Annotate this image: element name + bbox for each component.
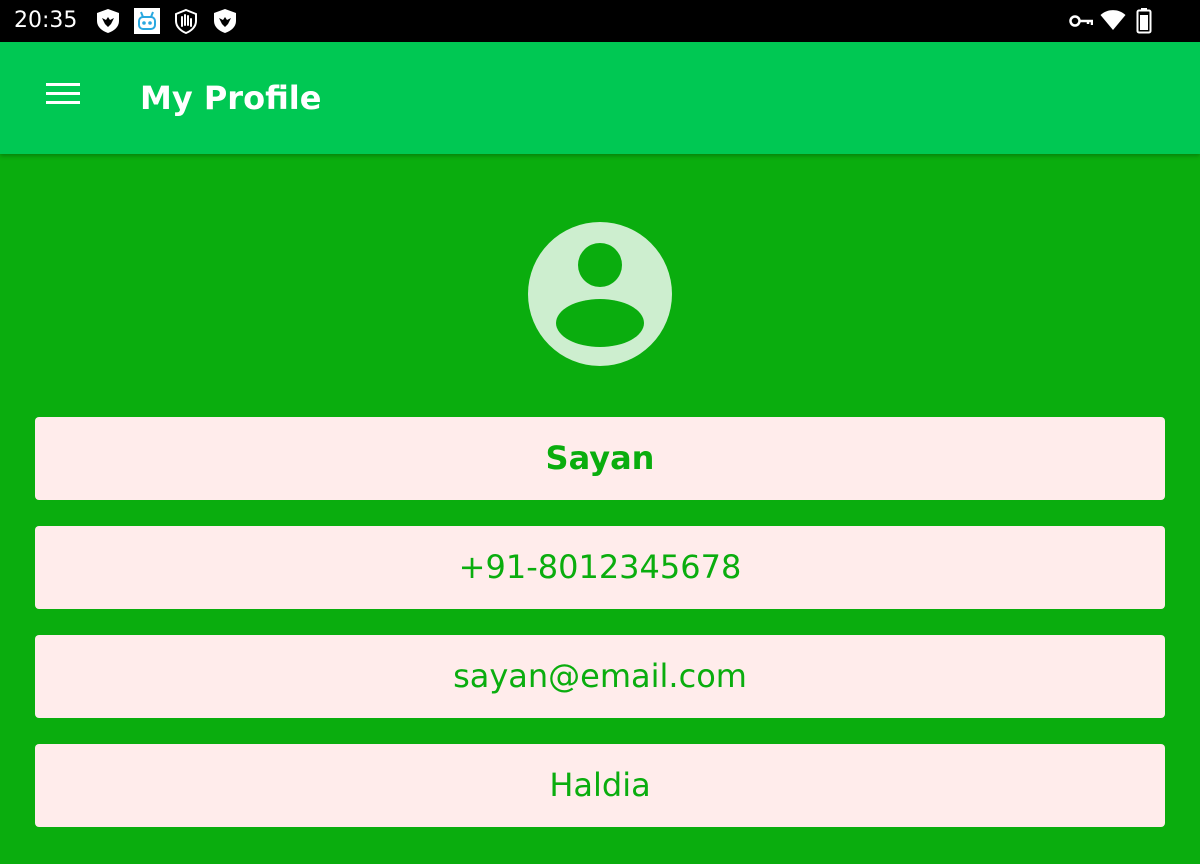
page-title: My Profile — [140, 79, 322, 117]
shield-bird-icon — [95, 8, 121, 34]
robot-icon — [134, 8, 160, 34]
profile-name-field[interactable]: Sayan — [35, 417, 1165, 500]
status-bar: 20:35 — [0, 0, 1200, 42]
app-bar: My Profile — [0, 42, 1200, 154]
account-circle-icon — [528, 222, 672, 366]
battery-icon — [1136, 8, 1152, 34]
menu-button[interactable] — [38, 72, 88, 122]
profile-email-field[interactable]: sayan@email.com — [35, 635, 1165, 718]
wifi-icon — [1100, 9, 1126, 35]
hamburger-menu-icon — [46, 83, 80, 104]
status-time: 20:35 — [14, 8, 78, 33]
profile-city-field[interactable]: Haldia — [35, 744, 1165, 827]
profile-phone-field[interactable]: +91-8012345678 — [35, 526, 1165, 609]
shield-bird-icon — [212, 8, 238, 34]
vpn-key-icon — [1069, 12, 1093, 38]
hand-shield-icon — [173, 8, 199, 34]
